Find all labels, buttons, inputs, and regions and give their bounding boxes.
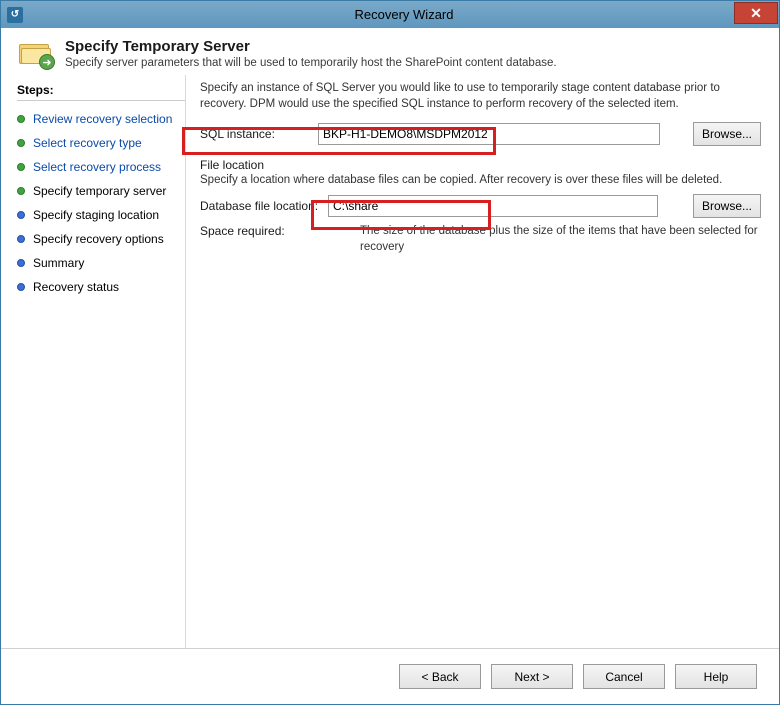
db-file-location-input[interactable]: [328, 195, 658, 217]
bullet-done-icon: [17, 163, 25, 171]
sql-instance-label: SQL instance:: [200, 127, 318, 141]
db-file-location-label: Database file location:: [200, 199, 328, 213]
content-pane: Specify an instance of SQL Server you wo…: [186, 75, 767, 648]
space-required-row: Space required: The size of the database…: [200, 224, 763, 255]
wizard-icon: ➜: [19, 38, 55, 70]
step-select-recovery-process[interactable]: Select recovery process: [15, 155, 185, 179]
page-header: ➜ Specify Temporary Server Specify serve…: [1, 28, 779, 74]
bullet-upcoming-icon: [17, 259, 25, 267]
close-icon: ✕: [750, 5, 762, 22]
step-specify-temporary-server[interactable]: Specify temporary server: [15, 179, 185, 203]
back-button[interactable]: < Back: [399, 664, 481, 689]
bullet-done-icon: [17, 115, 25, 123]
step-label: Recovery status: [33, 280, 119, 294]
step-select-recovery-type[interactable]: Select recovery type: [15, 131, 185, 155]
space-required-label: Space required:: [200, 224, 360, 238]
step-specify-staging-location[interactable]: Specify staging location: [15, 203, 185, 227]
page-title: Specify Temporary Server: [65, 38, 761, 55]
step-label: Select recovery process: [33, 160, 161, 174]
step-label: Specify temporary server: [33, 184, 166, 198]
bullet-upcoming-icon: [17, 235, 25, 243]
body: Steps: Review recovery selection Select …: [1, 74, 779, 648]
bullet-current-icon: [17, 187, 25, 195]
wizard-footer: < Back Next > Cancel Help: [1, 648, 779, 704]
sql-browse-button[interactable]: Browse...: [693, 122, 761, 146]
space-required-value: The size of the database plus the size o…: [360, 224, 763, 255]
recovery-wizard-window: ↺ Recovery Wizard ✕ ➜ Specify Temporary …: [0, 0, 780, 705]
step-label: Summary: [33, 256, 84, 270]
page-subtitle: Specify server parameters that will be u…: [65, 57, 761, 69]
steps-sidebar: Steps: Review recovery selection Select …: [13, 75, 186, 648]
sql-instance-row: SQL instance: Browse...: [200, 122, 763, 146]
bullet-upcoming-icon: [17, 283, 25, 291]
next-button[interactable]: Next >: [491, 664, 573, 689]
titlebar: ↺ Recovery Wizard ✕: [1, 1, 779, 28]
dbloc-browse-button[interactable]: Browse...: [693, 194, 761, 218]
step-recovery-status[interactable]: Recovery status: [15, 275, 185, 299]
intro-text: Specify an instance of SQL Server you wo…: [200, 81, 763, 112]
help-button[interactable]: Help: [675, 664, 757, 689]
file-location-note: Specify a location where database files …: [200, 174, 763, 186]
step-label: Review recovery selection: [33, 112, 172, 126]
close-button[interactable]: ✕: [734, 2, 778, 24]
app-icon: ↺: [7, 7, 23, 23]
bullet-upcoming-icon: [17, 211, 25, 219]
bullet-done-icon: [17, 139, 25, 147]
step-label: Specify staging location: [33, 208, 159, 222]
steps-header: Steps:: [17, 83, 185, 101]
step-specify-recovery-options[interactable]: Specify recovery options: [15, 227, 185, 251]
file-location-section-label: File location: [200, 158, 763, 172]
step-summary[interactable]: Summary: [15, 251, 185, 275]
sql-instance-input[interactable]: [318, 123, 660, 145]
window-title: Recovery Wizard: [29, 7, 779, 22]
db-file-location-row: Database file location: Browse...: [200, 194, 763, 218]
step-label: Select recovery type: [33, 136, 142, 150]
cancel-button[interactable]: Cancel: [583, 664, 665, 689]
step-label: Specify recovery options: [33, 232, 164, 246]
step-review-recovery-selection[interactable]: Review recovery selection: [15, 107, 185, 131]
